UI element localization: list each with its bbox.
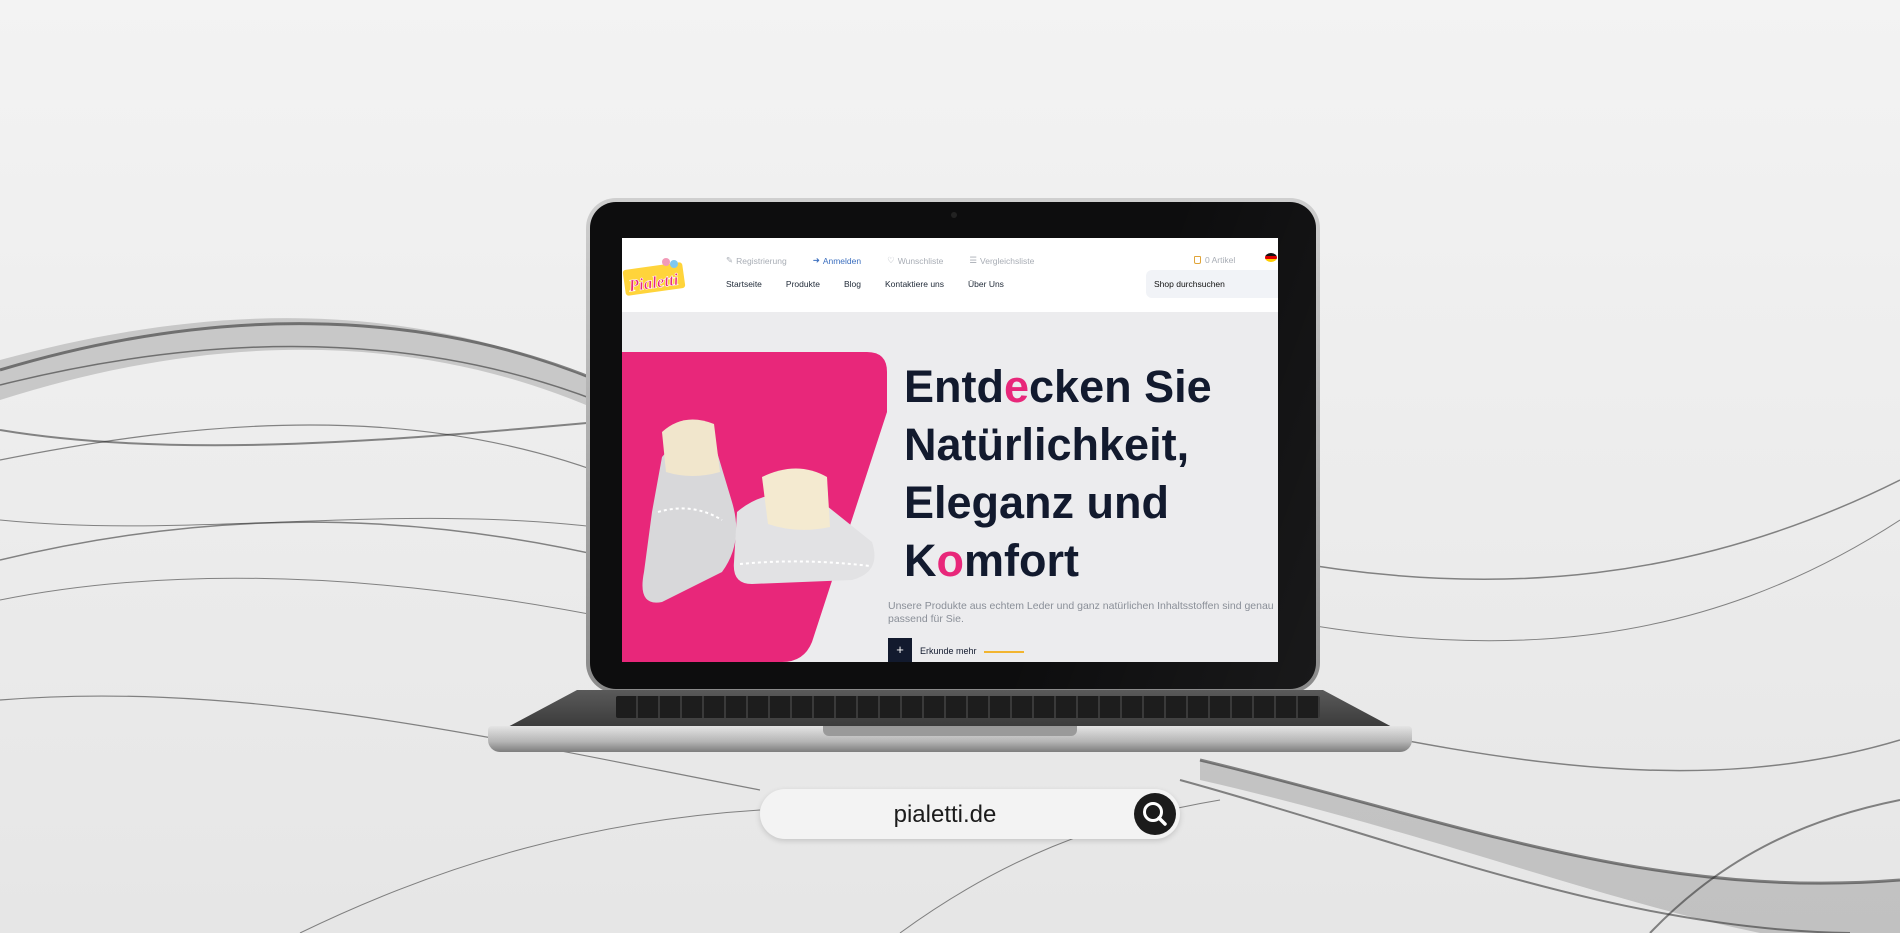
login-link[interactable]: ➜ Anmelden bbox=[813, 255, 861, 266]
pialetti-logo[interactable]: Pialetti bbox=[622, 252, 688, 302]
url-bar[interactable]: pialetti.de bbox=[760, 789, 1180, 839]
hero-product-image bbox=[622, 352, 887, 662]
nav-item-home[interactable]: Startseite bbox=[726, 279, 762, 289]
search-icon[interactable] bbox=[1134, 793, 1176, 835]
explore-more-link[interactable]: Erkunde mehr bbox=[920, 646, 977, 656]
nav-item-contact[interactable]: Kontaktiere uns bbox=[885, 279, 944, 289]
hero-description: Unsere Produkte aus echtem Leder und gan… bbox=[888, 600, 1274, 625]
compare-link[interactable]: ☰ Vergleichsliste bbox=[969, 255, 1034, 266]
site-header: Pialetti ✎ Registrierung ➜ Anmelden ♡ Wunsc… bbox=[622, 238, 1278, 312]
hero-title: Entdecken Sie Natürlichkeit, Eleganz und… bbox=[904, 361, 1212, 586]
pencil-icon: ✎ bbox=[726, 255, 734, 265]
camera-icon bbox=[951, 212, 957, 218]
keyboard-deck bbox=[506, 690, 1394, 728]
nav-item-products[interactable]: Produkte bbox=[786, 279, 820, 289]
german-flag-icon[interactable] bbox=[1265, 253, 1277, 262]
opening-notch bbox=[823, 726, 1077, 736]
cart-count: 0 Artikel bbox=[1205, 255, 1236, 265]
list-icon: ☰ bbox=[969, 255, 978, 265]
cart-link[interactable]: 0 Artikel bbox=[1194, 255, 1235, 265]
explore-more-button[interactable]: + bbox=[888, 638, 912, 662]
login-icon: ➜ bbox=[812, 255, 820, 265]
shopping-bag-icon bbox=[1194, 256, 1201, 264]
laptop-screen: Pialetti ✎ Registrierung ➜ Anmelden ♡ Wunsc… bbox=[622, 238, 1278, 662]
search-input[interactable]: Shop durchsuchen bbox=[1146, 270, 1278, 298]
keyboard bbox=[616, 696, 1320, 718]
heart-icon: ♡ bbox=[887, 255, 895, 265]
wishlist-link[interactable]: ♡ Wunschliste bbox=[887, 255, 943, 266]
laptop-base bbox=[488, 690, 1412, 764]
url-text: pialetti.de bbox=[893, 801, 997, 828]
nav-item-blog[interactable]: Blog bbox=[844, 279, 861, 289]
main-nav: Startseite Produkte Blog Kontaktiere uns… bbox=[726, 279, 1004, 289]
account-links: ✎ Registrierung ➜ Anmelden ♡ Wunschliste ☰ V… bbox=[726, 255, 1034, 266]
register-link[interactable]: ✎ Registrierung bbox=[726, 255, 787, 266]
cta-underline bbox=[984, 651, 1024, 653]
nav-item-about[interactable]: Über Uns bbox=[968, 279, 1004, 289]
